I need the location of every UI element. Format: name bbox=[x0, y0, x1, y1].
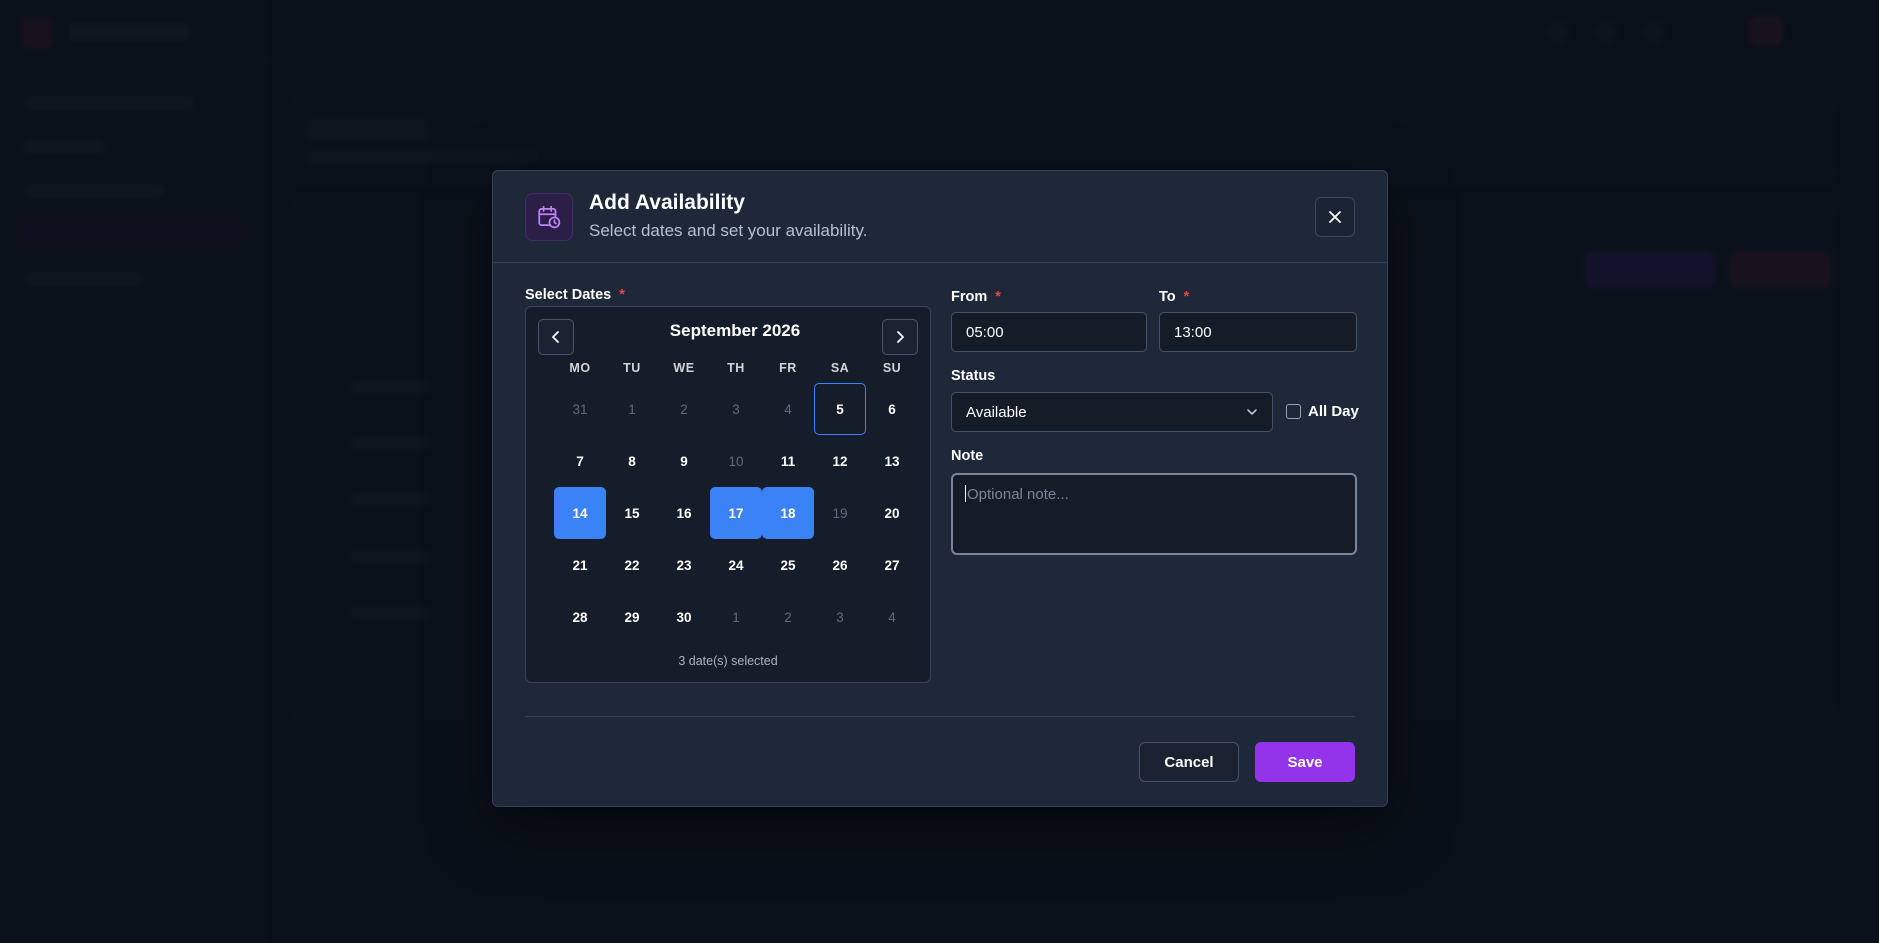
calendar-day[interactable]: 9 bbox=[658, 435, 710, 487]
from-label: From * bbox=[951, 289, 1001, 305]
status-select-value: Available bbox=[966, 403, 1027, 421]
cancel-button[interactable]: Cancel bbox=[1139, 742, 1239, 782]
calendar-day-selected[interactable]: 18 bbox=[762, 487, 814, 539]
chevron-right-icon bbox=[897, 331, 904, 343]
calendar-day[interactable]: 26 bbox=[814, 539, 866, 591]
weekday-header: TU bbox=[623, 361, 641, 375]
dialog-header: Add Availability Select dates and set yo… bbox=[493, 171, 1387, 263]
calendar-day: 31 bbox=[572, 401, 588, 417]
calendar-day: 10 bbox=[728, 453, 744, 469]
to-time-input[interactable]: 13:00 bbox=[1159, 312, 1357, 352]
calendar-day[interactable]: 25 bbox=[762, 539, 814, 591]
calendar-day[interactable]: 23 bbox=[658, 539, 710, 591]
calendar-day-selected[interactable]: 17 bbox=[710, 487, 762, 539]
weekday-header: MO bbox=[569, 361, 591, 375]
text-caret bbox=[965, 485, 966, 502]
calendar-day-today[interactable]: 5 bbox=[814, 383, 866, 435]
calendar-day: 19 bbox=[832, 505, 848, 521]
weekday-header: FR bbox=[779, 361, 797, 375]
save-button[interactable]: Save bbox=[1255, 742, 1355, 782]
select-dates-label: Select Dates * bbox=[525, 287, 625, 303]
calendar-day[interactable]: 16 bbox=[658, 487, 710, 539]
calendar-day[interactable]: 29 bbox=[606, 591, 658, 643]
to-time-value: 13:00 bbox=[1174, 323, 1212, 341]
weekday-header: SA bbox=[830, 361, 850, 375]
calendar-day: 3 bbox=[732, 401, 740, 417]
to-label-text: To bbox=[1159, 289, 1176, 305]
calendar-day[interactable]: 8 bbox=[606, 435, 658, 487]
required-mark: * bbox=[619, 287, 625, 303]
calendar-day[interactable]: 24 bbox=[710, 539, 762, 591]
calendar-day[interactable]: 20 bbox=[866, 487, 918, 539]
calendar-day[interactable]: 13 bbox=[866, 435, 918, 487]
close-icon bbox=[1329, 211, 1341, 223]
close-button[interactable] bbox=[1315, 197, 1355, 237]
calendar-day[interactable]: 28 bbox=[554, 591, 606, 643]
footer-divider bbox=[525, 716, 1355, 717]
calendar-clock-icon bbox=[525, 193, 573, 241]
weekday-header: SU bbox=[882, 361, 902, 375]
calendar-day[interactable]: 7 bbox=[554, 435, 606, 487]
note-textarea[interactable]: Optional note... bbox=[951, 473, 1357, 555]
date-picker-calendar: September 2026 MO TU WE TH FR SA SU 31 1 2 3 4 5 6 7 8 9… bbox=[525, 306, 931, 683]
dialog-title: Add Availability bbox=[589, 191, 745, 214]
calendar-day[interactable]: 12 bbox=[814, 435, 866, 487]
calendar-day[interactable]: 11 bbox=[762, 435, 814, 487]
from-time-value: 05:00 bbox=[966, 323, 1004, 341]
calendar-day: 2 bbox=[680, 401, 688, 417]
dialog-subtitle: Select dates and set your availability. bbox=[589, 221, 868, 240]
from-label-text: From bbox=[951, 289, 988, 305]
required-mark: * bbox=[995, 289, 1001, 305]
weekday-header: TH bbox=[727, 361, 745, 375]
status-select[interactable]: Available bbox=[951, 392, 1273, 432]
calendar-day: 2 bbox=[784, 609, 792, 625]
all-day-label[interactable]: All Day bbox=[1308, 403, 1359, 420]
calendar-day: 1 bbox=[732, 609, 740, 625]
calendar-day[interactable]: 22 bbox=[606, 539, 658, 591]
next-month-button[interactable] bbox=[882, 319, 918, 355]
weekday-header: WE bbox=[673, 361, 695, 375]
calendar-month-label: September 2026 bbox=[669, 321, 801, 340]
select-dates-label-text: Select Dates bbox=[525, 287, 612, 303]
selected-dates-summary: 3 date(s) selected bbox=[678, 654, 778, 668]
calendar-day: 4 bbox=[784, 401, 792, 417]
calendar-day[interactable]: 15 bbox=[606, 487, 658, 539]
to-label: To * bbox=[1159, 289, 1189, 305]
calendar-day: 4 bbox=[888, 609, 896, 625]
status-label: Status bbox=[951, 368, 996, 384]
calendar-day: 3 bbox=[836, 609, 844, 625]
calendar-day: 1 bbox=[628, 401, 636, 417]
calendar-day[interactable]: 21 bbox=[554, 539, 606, 591]
calendar-day[interactable]: 6 bbox=[866, 383, 918, 435]
required-mark: * bbox=[1183, 289, 1190, 305]
chevron-down-icon bbox=[1247, 409, 1257, 415]
calendar-day[interactable]: 27 bbox=[866, 539, 918, 591]
calendar-day-selected[interactable]: 14 bbox=[554, 487, 606, 539]
from-time-input[interactable]: 05:00 bbox=[951, 312, 1147, 352]
all-day-checkbox[interactable] bbox=[1286, 404, 1301, 419]
note-label: Note bbox=[951, 448, 984, 464]
note-placeholder: Optional note... bbox=[967, 486, 1069, 503]
calendar-day[interactable]: 30 bbox=[658, 591, 710, 643]
add-availability-dialog: Add Availability Select dates and set yo… bbox=[492, 170, 1388, 807]
